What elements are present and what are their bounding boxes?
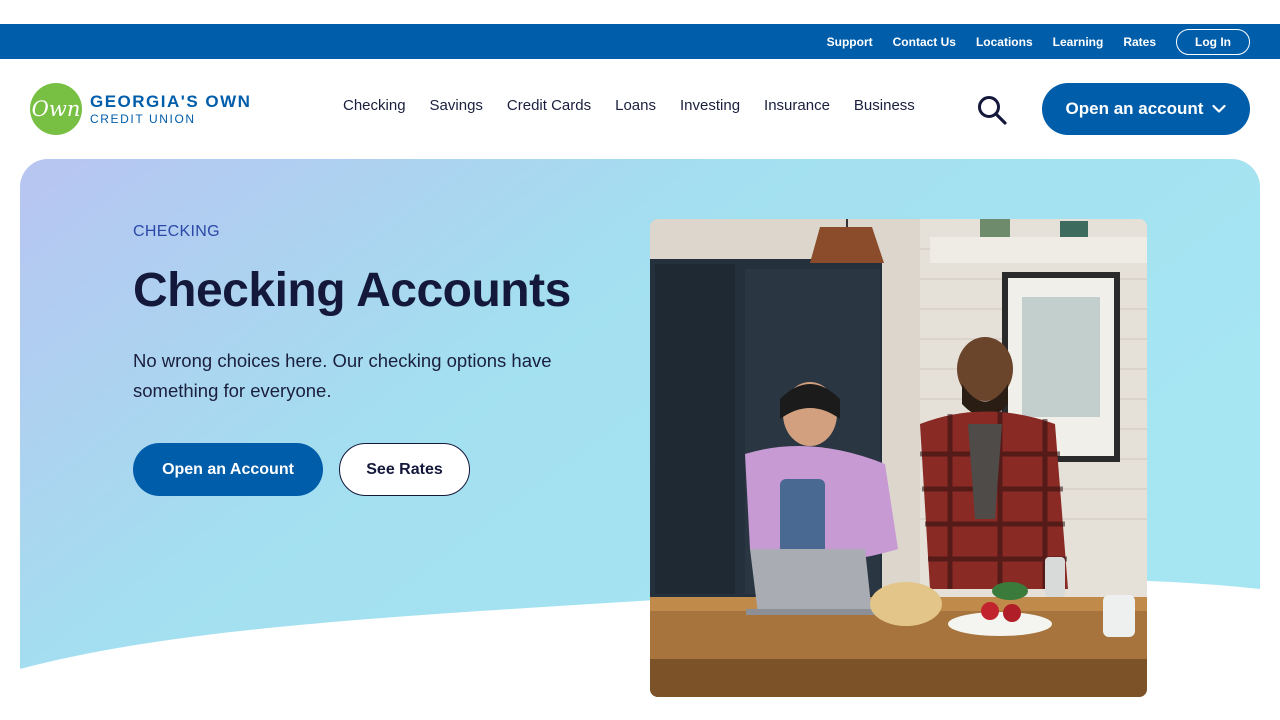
nav-item-loans[interactable]: Loans — [615, 97, 656, 114]
nav-item-savings[interactable]: Savings — [430, 97, 483, 114]
hero-eyebrow: CHECKING — [133, 223, 220, 240]
utility-link-support[interactable]: Support — [827, 35, 873, 49]
log-in-button[interactable]: Log In — [1176, 28, 1250, 55]
logo-name-line1: GEORGIA'S OWN — [90, 92, 252, 111]
logo-name-line2: CREDIT UNION — [90, 112, 196, 126]
hero-photo — [650, 219, 1147, 697]
utility-link-rates[interactable]: Rates — [1123, 35, 1156, 49]
main-nav: Checking Savings Credit Cards Loans Inve… — [331, 97, 927, 114]
chevron-down-icon — [1212, 104, 1227, 114]
page-title: Checking Accounts — [133, 264, 571, 317]
open-an-account-button[interactable]: Open an Account — [133, 443, 323, 496]
open-account-dropdown-button[interactable]: Open an account — [1042, 83, 1250, 135]
open-account-label: Open an account — [1065, 99, 1204, 118]
search-icon — [978, 96, 1007, 125]
hero-description: No wrong choices here. Our checking opti… — [133, 350, 552, 401]
nav-item-investing[interactable]: Investing — [680, 97, 740, 114]
nav-item-credit-cards[interactable]: Credit Cards — [507, 97, 591, 114]
see-rates-button[interactable]: See Rates — [339, 443, 470, 496]
utility-link-learning[interactable]: Learning — [1053, 35, 1104, 49]
utility-bar: Support Contact Us Locations Learning Ra… — [0, 24, 1280, 59]
nav-item-checking[interactable]: Checking — [343, 97, 406, 114]
nav-item-business[interactable]: Business — [854, 97, 915, 114]
nav-item-insurance[interactable]: Insurance — [764, 97, 830, 114]
utility-link-locations[interactable]: Locations — [976, 35, 1033, 49]
main-header: Own GEORGIA'S OWN CREDIT UNION Checking … — [0, 59, 1280, 159]
site-logo[interactable]: Own GEORGIA'S OWN CREDIT UNION — [30, 83, 251, 135]
utility-link-contact-us[interactable]: Contact Us — [893, 35, 956, 49]
logo-mark: Own — [30, 83, 82, 135]
search-button[interactable] — [975, 93, 1009, 127]
logo-wordmark: GEORGIA'S OWN CREDIT UNION — [90, 93, 251, 125]
